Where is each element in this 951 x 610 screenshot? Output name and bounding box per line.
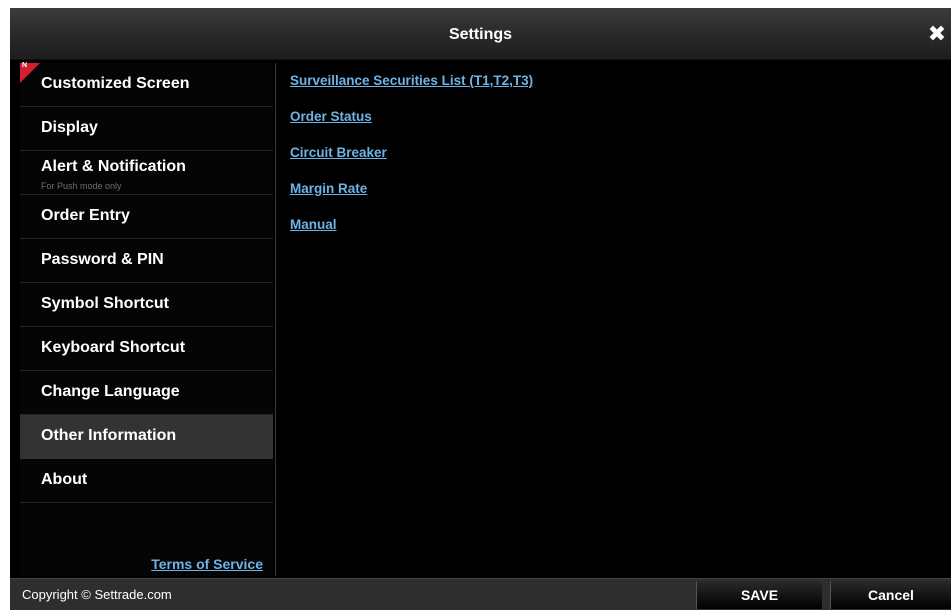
order-status-link[interactable]: Order Status — [290, 109, 372, 124]
margin-rate-link[interactable]: Margin Rate — [290, 181, 367, 196]
sidebar-item-label: Other Information — [41, 427, 177, 444]
sidebar-item-password-pin[interactable]: Password & PIN — [20, 239, 273, 283]
save-button[interactable]: SAVE — [696, 581, 822, 609]
sidebar-item-change-language[interactable]: Change Language — [20, 371, 273, 415]
sidebar-item-order-entry[interactable]: Order Entry — [20, 195, 273, 239]
sidebar-item-label: Order Entry — [41, 207, 130, 224]
settings-dialog: Settings ✖ N Customized Screen Display A… — [10, 8, 951, 610]
footer-bar: Copyright © Settrade.com SAVE Cancel — [10, 578, 951, 610]
surveillance-securities-link[interactable]: Surveillance Securities List (T1,T2,T3) — [290, 73, 533, 88]
sidebar-item-label: Password & PIN — [41, 251, 164, 268]
title-bar: Settings ✖ — [10, 8, 951, 60]
sidebar-item-about[interactable]: About — [20, 459, 273, 503]
sidebar-item-label: Customized Screen — [41, 75, 190, 92]
cancel-button[interactable]: Cancel — [830, 581, 951, 609]
copyright-text: Copyright © Settrade.com — [22, 587, 172, 602]
sidebar-item-label: Keyboard Shortcut — [41, 339, 186, 356]
sidebar-item-symbol-shortcut[interactable]: Symbol Shortcut — [20, 283, 273, 327]
sidebar-item-alert-notification[interactable]: Alert & Notification For Push mode only — [20, 151, 273, 195]
terms-of-service-link[interactable]: Terms of Service — [151, 556, 263, 572]
sidebar-item-label: Display — [41, 119, 98, 136]
dialog-title: Settings — [448, 26, 513, 43]
sidebar-item-other-information[interactable]: Other Information — [20, 415, 273, 459]
new-badge-label: N — [22, 62, 28, 69]
sidebar-item-keyboard-shortcut[interactable]: Keyboard Shortcut — [20, 327, 273, 371]
sidebar-item-customized-screen[interactable]: N Customized Screen — [20, 62, 273, 107]
manual-link[interactable]: Manual — [290, 217, 337, 232]
settings-sidebar: N Customized Screen Display Alert & Noti… — [20, 62, 273, 576]
other-information-panel: Surveillance Securities List (T1,T2,T3) … — [290, 63, 930, 563]
close-icon[interactable]: ✖ — [925, 22, 949, 46]
sidebar-item-sublabel: For Push mode only — [41, 181, 122, 191]
circuit-breaker-link[interactable]: Circuit Breaker — [290, 145, 387, 160]
sidebar-item-display[interactable]: Display — [20, 107, 273, 151]
sidebar-item-label: Alert & Notification — [41, 158, 186, 175]
sidebar-item-label: Symbol Shortcut — [41, 295, 170, 312]
sidebar-item-label: About — [41, 471, 88, 488]
sidebar-divider — [275, 63, 276, 576]
sidebar-item-label: Change Language — [41, 383, 180, 400]
